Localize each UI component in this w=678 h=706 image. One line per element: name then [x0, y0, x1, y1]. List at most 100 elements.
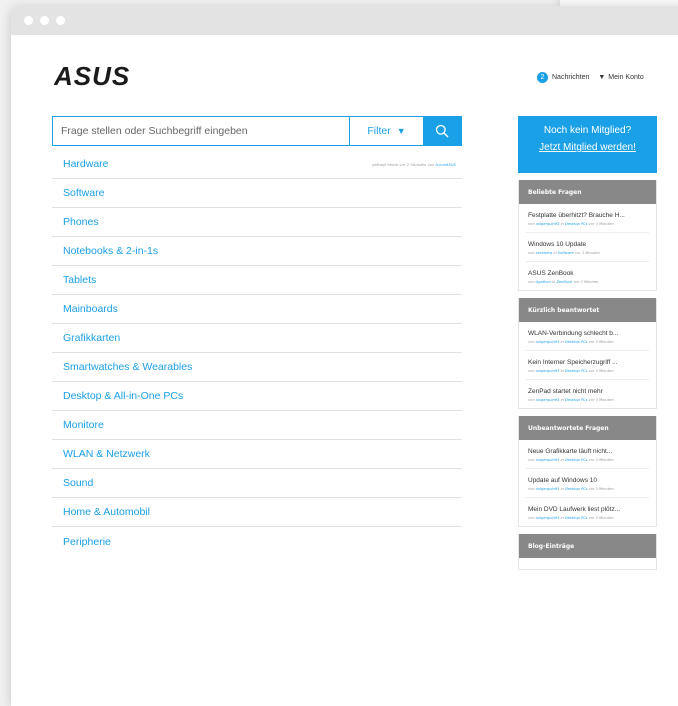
question-meta: von xxlgerguin93 in Desktop PCs vor 3 Mi… [528, 222, 614, 226]
question-title[interactable]: WLAN-Verbindung schlecht b... [528, 330, 649, 337]
window-titlebar [11, 6, 678, 35]
question-item[interactable]: Festplatte überhitzt? Brauche H... von x… [526, 204, 649, 233]
window-maximize-dot[interactable] [56, 16, 65, 25]
category-link[interactable]: Desktop PCs [565, 222, 588, 226]
category-label[interactable]: Notebooks & 2-in-1s [63, 245, 158, 257]
category-link[interactable]: Desktop PCs [565, 458, 588, 462]
question-meta: von xxlgerguin93 in Desktop PCs vor 3 Mi… [528, 516, 614, 520]
question-meta: von xxlgerguin93 in Desktop PCs vor 3 Mi… [528, 487, 614, 491]
category-label[interactable]: Sound [63, 477, 93, 489]
category-link[interactable]: Desktop PCs [565, 516, 588, 520]
category-item-smartwatches[interactable]: Smartwatches & Wearables [52, 353, 462, 382]
question-title[interactable]: Kein Interner Speicherzugriff ... [528, 359, 649, 366]
category-item-tablets[interactable]: Tablets [52, 266, 462, 295]
question-meta: von zeckberg in Software vor 3 Minuten [528, 251, 600, 255]
category-item-peripherie[interactable]: Peripherie [52, 527, 462, 556]
user-link[interactable]: zeckberg [536, 251, 552, 255]
category-item-hardware[interactable]: Hardware gefragt heute vor 2 Stunden von… [52, 150, 462, 179]
question-item[interactable]: Mein DVD Laufwerk liest plötz... von xxl… [526, 498, 649, 526]
messages-link[interactable]: Nachrichten [552, 74, 589, 81]
window-close-dot[interactable] [24, 16, 33, 25]
question-title[interactable]: Neue Grafikkarte läuft nicht... [528, 448, 649, 455]
recently-answered-panel: Kürzlich beantwortet WLAN-Verbindung sch… [518, 298, 657, 409]
category-item-home-automobil[interactable]: Home & Automobil [52, 498, 462, 527]
user-link[interactable]: xxlgerguin93 [536, 222, 560, 226]
category-label[interactable]: Desktop & All-in-One PCs [63, 390, 183, 402]
browser-window: ASUS 2 Nachrichten ▼ Mein Konto Filter ▼… [11, 6, 678, 706]
search-bar: Filter ▼ [52, 116, 462, 146]
question-title[interactable]: ASUS ZenBook [528, 270, 649, 277]
category-item-notebooks[interactable]: Notebooks & 2-in-1s [52, 237, 462, 266]
category-label[interactable]: Home & Automobil [63, 506, 150, 518]
category-label[interactable]: Monitore [63, 419, 104, 431]
asus-logo-icon: ASUS [53, 61, 129, 91]
question-item[interactable]: Windows 10 Update von zeckberg in Softwa… [526, 233, 649, 262]
category-link[interactable]: Desktop PCs [565, 340, 588, 344]
question-meta: von xxlgerguin93 in Desktop PCs vor 3 Mi… [528, 458, 614, 462]
question-item[interactable]: ZenPad startet nicht mehr von xxlgerguin… [526, 380, 649, 408]
user-link[interactable]: xxlgerguin93 [536, 340, 560, 344]
panel-title: Unbeantwortete Fragen [519, 416, 656, 440]
user-link[interactable]: xxlgerguin93 [536, 369, 560, 373]
category-item-wlan[interactable]: WLAN & Netzwerk [52, 440, 462, 469]
asus-logo[interactable]: ASUS [53, 61, 152, 92]
category-link[interactable]: Desktop PCs [565, 398, 588, 402]
category-link[interactable]: Desktop PCs [565, 487, 588, 491]
user-link[interactable]: xxlgerguin93 [536, 516, 560, 520]
question-meta: von Agathon in ZenBook vor 3 Minuten [528, 280, 599, 284]
question-item[interactable]: Neue Grafikkarte läuft nicht... von xxlg… [526, 440, 649, 469]
promo-question: Noch kein Mitglied? [543, 125, 632, 136]
category-label[interactable]: Phones [63, 216, 99, 228]
triangle-down-icon: ▼ [396, 126, 406, 136]
category-label[interactable]: Tablets [63, 274, 96, 286]
user-link[interactable]: xxlgerguin93 [536, 487, 560, 491]
question-item[interactable]: Update auf Windows 10 von xxlgerguin93 i… [526, 469, 649, 498]
question-item[interactable]: Kein Interner Speicherzugriff ... von xx… [526, 351, 649, 380]
user-link[interactable]: Agathon [536, 280, 551, 284]
question-title[interactable]: Windows 10 Update [528, 241, 649, 248]
signup-link[interactable]: Jetzt Mitglied werden! [518, 142, 657, 153]
question-item[interactable]: WLAN-Verbindung schlecht b... von xxlger… [526, 322, 649, 351]
messages-count-badge[interactable]: 2 [537, 71, 548, 83]
question-meta: von xxlgerguin93 in Desktop PCs vor 3 Mi… [528, 398, 614, 402]
category-item-software[interactable]: Software [52, 179, 462, 208]
question-title[interactable]: Festplatte überhitzt? Brauche H... [528, 212, 649, 219]
user-link[interactable]: xxlgerguin93 [536, 458, 560, 462]
signup-promo: Noch kein Mitglied? Jetzt Mitglied werde… [518, 116, 657, 173]
category-item-grafikkarten[interactable]: Grafikkarten [52, 324, 462, 353]
category-item-mainboards[interactable]: Mainboards [52, 295, 462, 324]
search-input[interactable] [53, 117, 349, 145]
category-item-sound[interactable]: Sound [52, 469, 462, 498]
filter-label: Filter [367, 125, 391, 137]
category-link[interactable]: ZenBook [556, 280, 572, 284]
header-user-menu: 2 Nachrichten ▼ Mein Konto [537, 70, 644, 84]
category-label[interactable]: Smartwatches & Wearables [63, 361, 192, 373]
user-link[interactable]: ILoveASUS [436, 162, 456, 167]
question-title[interactable]: Mein DVD Laufwerk liest plötz... [528, 506, 649, 513]
question-item[interactable]: ASUS ZenBook von Agathon in ZenBook vor … [526, 262, 649, 290]
account-link[interactable]: Mein Konto [608, 74, 643, 81]
caret-down-icon[interactable]: ▼ [598, 74, 605, 81]
category-list: Hardware gefragt heute vor 2 Stunden von… [52, 150, 462, 556]
question-meta: von xxlgerguin93 in Desktop PCs vor 3 Mi… [528, 340, 614, 344]
window-minimize-dot[interactable] [40, 16, 49, 25]
category-item-phones[interactable]: Phones [52, 208, 462, 237]
category-label[interactable]: WLAN & Netzwerk [63, 448, 150, 460]
category-label[interactable]: Hardware [63, 158, 109, 170]
sidebar: Noch kein Mitglied? Jetzt Mitglied werde… [518, 116, 657, 570]
category-label[interactable]: Peripherie [63, 536, 111, 548]
category-link[interactable]: Software [558, 251, 574, 255]
popular-questions-panel: Beliebte Fragen Festplatte überhitzt? Br… [518, 180, 657, 291]
category-item-desktop[interactable]: Desktop & All-in-One PCs [52, 382, 462, 411]
category-label[interactable]: Grafikkarten [63, 332, 120, 344]
user-link[interactable]: xxlgerguin93 [536, 398, 560, 402]
unanswered-questions-panel: Unbeantwortete Fragen Neue Grafikkarte l… [518, 416, 657, 527]
filter-button[interactable]: Filter ▼ [349, 117, 423, 145]
category-link[interactable]: Desktop PCs [565, 369, 588, 373]
question-title[interactable]: ZenPad startet nicht mehr [528, 388, 649, 395]
search-button[interactable] [423, 117, 461, 145]
category-label[interactable]: Mainboards [63, 303, 118, 315]
question-title[interactable]: Update auf Windows 10 [528, 477, 649, 484]
category-label[interactable]: Software [63, 187, 104, 199]
category-item-monitore[interactable]: Monitore [52, 411, 462, 440]
